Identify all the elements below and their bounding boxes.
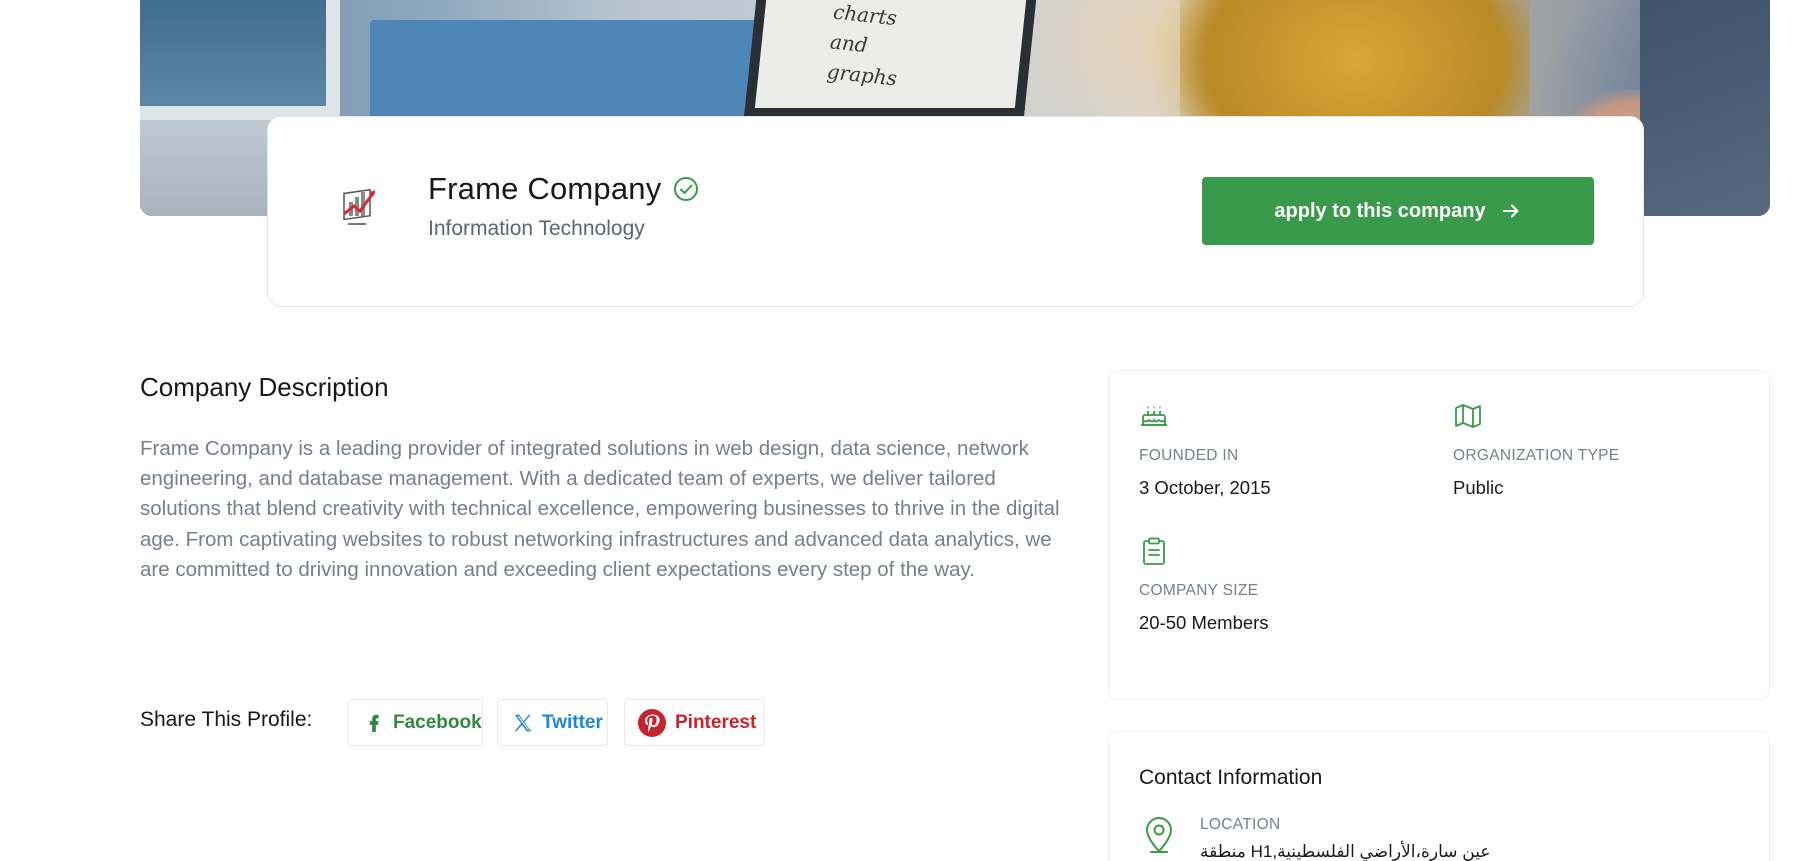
banner-monitor bbox=[140, 0, 340, 120]
organization-type-item: ORGANIZATION TYPE Public bbox=[1453, 401, 1619, 499]
arrow-right-icon bbox=[1502, 204, 1519, 218]
x-twitter-icon bbox=[514, 714, 532, 731]
location-value: عين سارة،الأراضي الفلسطينية,H1 منطقة bbox=[1200, 842, 1491, 861]
banner-person-blue bbox=[1640, 0, 1770, 216]
facebook-icon bbox=[369, 714, 379, 732]
company-size-value: 20-50 Members bbox=[1139, 612, 1269, 633]
share-facebook-button[interactable]: Facebook bbox=[348, 699, 483, 746]
contact-information-card: Contact Information LOCATION عين سارة،ال… bbox=[1108, 731, 1770, 861]
contact-information-title: Contact Information bbox=[1139, 766, 1323, 789]
company-size-item: COMPANY SIZE 20-50 Members bbox=[1139, 536, 1269, 634]
company-header-card: Frame Company Information Technology app… bbox=[267, 116, 1644, 307]
apply-button-label: apply to this company bbox=[1274, 199, 1486, 222]
pinterest-label: Pinterest bbox=[675, 711, 757, 733]
founded-in-label: FOUNDED IN bbox=[1139, 447, 1239, 464]
founded-in-value: 3 October, 2015 bbox=[1139, 477, 1271, 498]
founded-in-item: FOUNDED IN 3 October, 2015 bbox=[1139, 401, 1271, 499]
location-pin-icon bbox=[1146, 817, 1172, 853]
pinterest-icon bbox=[638, 708, 666, 737]
share-pinterest-button[interactable]: Pinterest bbox=[624, 699, 765, 746]
location-label: LOCATION bbox=[1200, 816, 1281, 833]
description-text: Frame Company is a leading provider of i… bbox=[140, 437, 1060, 581]
facebook-label: Facebook bbox=[393, 711, 482, 733]
map-icon bbox=[1455, 404, 1481, 428]
description-title: Company Description bbox=[140, 372, 389, 402]
company-profile-page: charts and graphs Frame Company Informat… bbox=[0, 0, 1800, 861]
organization-type-label: ORGANIZATION TYPE bbox=[1453, 447, 1620, 464]
company-logo bbox=[343, 188, 376, 225]
company-overview-card: FOUNDED IN 3 October, 2015 ORGANIZATION … bbox=[1108, 370, 1770, 700]
company-size-label: COMPANY SIZE bbox=[1139, 582, 1259, 599]
company-name-text: Frame Company bbox=[428, 171, 662, 206]
share-profile-label: Share This Profile: bbox=[140, 708, 313, 731]
apply-to-company-button[interactable]: apply to this company bbox=[1202, 177, 1594, 245]
company-industry: Information Technology bbox=[428, 217, 645, 240]
cake-icon bbox=[1140, 406, 1168, 426]
clipboard-icon bbox=[1143, 537, 1165, 565]
banner-laptop-text: charts and graphs bbox=[825, 0, 904, 93]
organization-type-value: Public bbox=[1453, 477, 1504, 498]
company-name: Frame Company bbox=[428, 171, 699, 207]
check-circle-icon bbox=[674, 177, 699, 201]
twitter-label: Twitter bbox=[542, 711, 603, 733]
share-twitter-button[interactable]: Twitter bbox=[497, 699, 608, 746]
